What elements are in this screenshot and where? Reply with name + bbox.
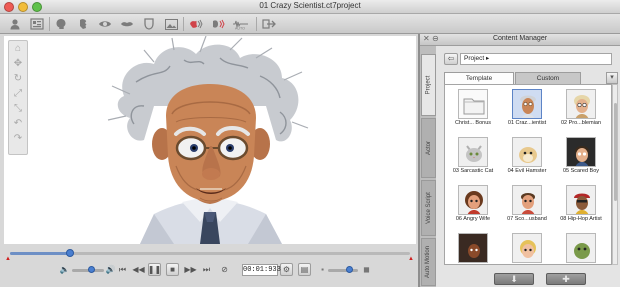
template-item[interactable]: 05 Scared Boy <box>555 135 607 181</box>
template-item-label: 01 Craz...ientist <box>507 120 547 126</box>
template-thumbnail[interactable] <box>566 233 596 263</box>
grid-scrollbar[interactable] <box>612 84 618 265</box>
face-icon[interactable] <box>74 16 92 32</box>
volume-low-icon: 🔈 <box>59 265 70 274</box>
template-thumbnail[interactable] <box>458 137 488 167</box>
template-item[interactable] <box>501 231 553 264</box>
template-item-label: Christ... Bonus <box>454 120 492 126</box>
side-tab-voice-script[interactable]: Voice Script <box>421 180 436 236</box>
image-icon[interactable] <box>162 16 180 32</box>
template-item[interactable]: 07 Sco...usband <box>501 183 553 229</box>
tab-template[interactable]: Template <box>444 72 514 84</box>
stage-viewport[interactable] <box>4 36 416 244</box>
back-arrow-icon[interactable]: ⇦ <box>444 53 458 65</box>
rewind-button[interactable]: ◀◀ <box>132 263 145 276</box>
head-icon[interactable] <box>52 16 70 32</box>
template-thumbnail[interactable] <box>566 137 596 167</box>
export-icon[interactable] <box>260 16 278 32</box>
template-item[interactable]: 03 Sarcastic Cat <box>447 135 499 181</box>
main-toolbar: AUTO <box>0 14 620 34</box>
template-item[interactable]: 02 Pro...blemian <box>555 87 607 133</box>
template-item-label: 04 Evil Hamster <box>507 168 547 174</box>
undo-icon[interactable]: ↶ <box>9 116 27 131</box>
template-item[interactable] <box>555 231 607 264</box>
zoom-in-icon[interactable]: ◼ <box>360 263 373 276</box>
svg-text:AUTO: AUTO <box>235 27 245 31</box>
side-tab-actor[interactable]: Actor <box>421 118 436 178</box>
content-manager-panel: ✕ ⊖ Content Manager Project Actor Voice … <box>420 34 620 287</box>
side-tab-project[interactable]: Project <box>421 54 436 116</box>
window-title: 01 Crazy Scientist.ct7project <box>259 1 361 10</box>
rotate-icon[interactable]: ↻ <box>9 71 27 86</box>
timeline-playhead[interactable] <box>66 249 74 257</box>
actor-icon[interactable] <box>6 16 24 32</box>
template-thumbnail[interactable] <box>512 185 542 215</box>
template-item-label: 07 Sco...usband <box>507 216 547 222</box>
content-manager-title: Content Manager <box>492 35 548 42</box>
template-thumbnail[interactable] <box>512 233 542 263</box>
template-thumbnail[interactable] <box>566 89 596 119</box>
pause-button[interactable]: ❚❚ <box>148 263 161 276</box>
redo-icon[interactable]: ↷ <box>9 131 27 146</box>
fast-forward-button[interactable]: ▶▶ <box>184 263 197 276</box>
record-audio-icon[interactable] <box>209 16 227 32</box>
timeline-scrubber[interactable]: ▲ ▲ <box>4 247 416 262</box>
scene-icon[interactable] <box>28 16 46 32</box>
volume-knob[interactable] <box>88 266 95 273</box>
content-manager-body: ⇦ Project ▸ Template Custom ▾ Christ... … <box>436 46 620 287</box>
template-item-label: 08 Hip-Hop Artist <box>560 216 602 222</box>
skip-end-button[interactable]: ⏭ <box>200 263 213 276</box>
title-bar: 01 Crazy Scientist.ct7project <box>0 0 620 14</box>
mask-icon[interactable] <box>140 16 158 32</box>
template-item[interactable]: 01 Craz...ientist <box>501 87 553 133</box>
template-thumbnail[interactable] <box>458 185 488 215</box>
zoom-slider[interactable] <box>328 269 358 272</box>
waveform-icon[interactable]: AUTO <box>231 16 249 32</box>
template-thumbnail[interactable] <box>512 137 542 167</box>
template-thumbnail[interactable] <box>458 233 488 263</box>
template-item[interactable]: 06 Angry Wife <box>447 183 499 229</box>
scale-icon[interactable]: ⤢ <box>9 86 27 101</box>
playback-controls: 🔈 🔊 ⏮ ◀◀ ❚❚ ■ ▶▶ ⏭ ⊘ ⚙ ▤ ▪ ◼ <box>4 260 416 280</box>
stop-button[interactable]: ■ <box>166 263 179 276</box>
grid-scrollbar-thumb[interactable] <box>614 103 617 201</box>
template-thumbnail[interactable] <box>458 89 488 119</box>
tab-custom[interactable]: Custom <box>515 72 581 84</box>
zoom-icon[interactable]: ⤡ <box>9 101 27 116</box>
zoom-knob[interactable] <box>346 266 353 273</box>
template-item[interactable]: Christ... Bonus <box>447 87 499 133</box>
template-item[interactable]: 08 Hip-Hop Artist <box>555 183 607 229</box>
add-button[interactable]: ✚ <box>546 273 586 285</box>
move-icon[interactable]: ✥ <box>9 56 27 71</box>
view-options-dropdown[interactable]: ▾ <box>606 72 618 84</box>
timecode-field[interactable]: 00:01:933 <box>242 264 281 276</box>
content-manager-side-tabs: Project Actor Voice Script Auto Motion <box>420 46 436 287</box>
template-item-label: 05 Scared Boy <box>562 168 600 174</box>
template-grid: Christ... Bonus 01 Craz...ientist 02 Pro..… <box>444 84 612 265</box>
crazy-scientist-character[interactable] <box>4 36 416 244</box>
skip-start-button[interactable]: ⏮ <box>116 263 129 276</box>
apply-button[interactable]: ⬇ <box>494 273 534 285</box>
template-item-label: 06 Angry Wife <box>455 216 491 222</box>
template-thumbnail[interactable] <box>512 89 542 119</box>
timeline-progress <box>10 252 70 255</box>
template-item[interactable] <box>447 231 499 264</box>
audio-icon[interactable] <box>187 16 205 32</box>
template-item-label: 03 Sarcastic Cat <box>452 168 494 174</box>
loop-toggle-icon[interactable]: ⊘ <box>218 263 231 276</box>
template-item[interactable]: 04 Evil Hamster <box>501 135 553 181</box>
content-manager-footer: ⬇ ✚ <box>436 271 620 287</box>
side-tab-auto-motion[interactable]: Auto Motion <box>421 238 436 286</box>
app-window: 01 Crazy Scientist.ct7project AUTO ⌂ ✥ ↻… <box>0 0 620 287</box>
eye-icon[interactable] <box>96 16 114 32</box>
home-icon[interactable]: ⌂ <box>9 41 27 56</box>
view-tool-strip: ⌂ ✥ ↻ ⤢ ⤡ ↶ ↷ <box>8 40 28 155</box>
mouth-icon[interactable] <box>118 16 136 32</box>
capture-button[interactable]: ▤ <box>298 263 311 276</box>
template-thumbnail[interactable] <box>566 185 596 215</box>
content-manager-header: ✕ ⊖ Content Manager <box>420 34 620 46</box>
settings-icon[interactable]: ⚙ <box>280 263 293 276</box>
path-breadcrumb[interactable]: Project ▸ <box>460 53 612 65</box>
template-item-label: 02 Pro...blemian <box>560 120 602 126</box>
